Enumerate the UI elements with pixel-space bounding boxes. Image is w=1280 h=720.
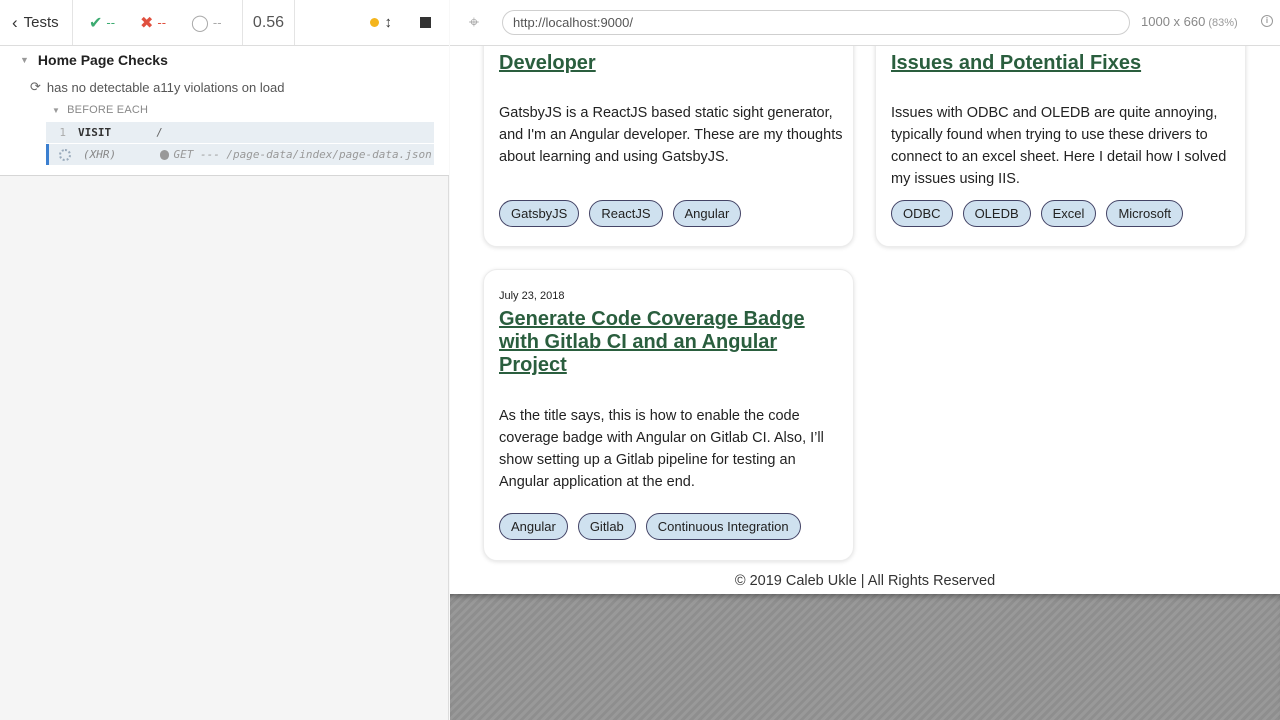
test-title-text: has no detectable a11y violations on loa… bbox=[46, 79, 285, 95]
command-xhr[interactable]: (XHR) GET --- /page-data/index/page-data… bbox=[46, 144, 434, 165]
failed-stat: ✖ -- bbox=[140, 13, 191, 33]
tag[interactable]: ReactJS bbox=[589, 200, 663, 227]
chevron-left-icon: ‹ bbox=[12, 12, 18, 32]
post-card: July 23, 2018 Generate Code Coverage Bad… bbox=[483, 269, 854, 561]
run-controls: ↕ bbox=[295, 0, 449, 45]
passed-count: -- bbox=[106, 15, 116, 30]
viewport-size: 1000 x 660 bbox=[1141, 14, 1206, 29]
post-card: Developer GatsbyJS is a ReactJS based st… bbox=[483, 46, 854, 247]
command-visit[interactable]: 1 VISIT / bbox=[46, 122, 434, 143]
url-field[interactable]: http://localhost:9000/ bbox=[502, 10, 1130, 35]
check-icon: ✔ bbox=[89, 14, 103, 32]
auto-scroll-toggle-icon[interactable]: ↕ bbox=[385, 14, 393, 31]
post-title-link[interactable]: Issues and Potential Fixes bbox=[891, 52, 1231, 75]
tag[interactable]: Excel bbox=[1040, 200, 1097, 227]
post-tags: ODBC OLEDB Excel Microsoft bbox=[891, 200, 1184, 227]
app-under-test: ⌖ http://localhost:9000/ 1000 x 660 (83%)… bbox=[450, 0, 1280, 720]
command-message: / bbox=[156, 126, 163, 139]
viewport-zoom: (83%) bbox=[1208, 17, 1238, 29]
failed-count: -- bbox=[157, 15, 167, 30]
cypress-runner: ‹ Tests ✔ -- ✖ -- ◯ -- 0.56 ↕ ▼ Home Pag… bbox=[0, 0, 1280, 720]
tag[interactable]: Angular bbox=[499, 513, 568, 540]
test-stats: ✔ -- ✖ -- ◯ -- bbox=[73, 0, 243, 45]
info-icon[interactable]: i bbox=[1261, 15, 1273, 27]
post-tags: Angular Gitlab Continuous Integration bbox=[499, 513, 801, 540]
tag[interactable]: GatsbyJS bbox=[499, 200, 580, 227]
post-title-link[interactable]: Developer bbox=[499, 52, 839, 75]
runnables: ▼ Home Page Checks ⟳ has no detectable a… bbox=[0, 46, 449, 176]
command-number: 1 bbox=[59, 126, 66, 139]
passed-stat: ✔ -- bbox=[89, 13, 140, 33]
test-title[interactable]: ⟳ has no detectable a11y violations on l… bbox=[30, 79, 284, 95]
pending-count: -- bbox=[212, 15, 222, 30]
hook-before-each[interactable]: ▼ BEFORE EACH bbox=[52, 104, 148, 116]
pending-dot-icon bbox=[159, 149, 170, 160]
url-text: http://localhost:9000/ bbox=[513, 15, 633, 30]
aut-header: ⌖ http://localhost:9000/ 1000 x 660 (83%)… bbox=[450, 0, 1280, 46]
caret-down-icon: ▼ bbox=[20, 55, 29, 65]
refresh-icon: ⟳ bbox=[30, 79, 41, 94]
site-footer: © 2019 Caleb Ukle | All Rights Reserved bbox=[734, 573, 996, 589]
suite-title-text: Home Page Checks bbox=[37, 52, 168, 68]
loading-spinner-icon bbox=[59, 148, 71, 161]
command-name: (XHR) bbox=[82, 148, 117, 161]
tag[interactable]: Angular bbox=[672, 200, 742, 227]
tag[interactable]: Continuous Integration bbox=[645, 513, 801, 540]
hook-label-text: BEFORE EACH bbox=[67, 104, 149, 116]
pending-stat: ◯ -- bbox=[191, 13, 242, 33]
tag[interactable]: Microsoft bbox=[1106, 200, 1184, 227]
tag[interactable]: Gitlab bbox=[577, 513, 636, 540]
command-name: VISIT bbox=[78, 126, 112, 139]
reporter-panel: ‹ Tests ✔ -- ✖ -- ◯ -- 0.56 ↕ ▼ Home Pag… bbox=[0, 0, 449, 720]
command-message: GET --- /page-data/index/page-data.json bbox=[173, 148, 432, 161]
caret-down-icon: ▼ bbox=[52, 105, 61, 115]
duration: 0.56 bbox=[243, 0, 295, 45]
post-title-link[interactable]: Generate Code Coverage Badge with Gitlab… bbox=[499, 308, 839, 377]
circle-icon: ◯ bbox=[191, 14, 209, 32]
tag[interactable]: ODBC bbox=[891, 200, 953, 227]
suite-title[interactable]: ▼ Home Page Checks bbox=[20, 52, 168, 68]
stop-icon[interactable] bbox=[420, 17, 431, 28]
post-excerpt: Issues with ODBC and OLEDB are quite ann… bbox=[891, 105, 1227, 187]
tag[interactable]: OLEDB bbox=[962, 200, 1031, 227]
post-tags: GatsbyJS ReactJS Angular bbox=[499, 200, 742, 227]
aut-iframe: Developer GatsbyJS is a ReactJS based st… bbox=[450, 46, 1280, 594]
post-excerpt: GatsbyJS is a ReactJS based static sight… bbox=[499, 105, 843, 165]
running-indicator-icon bbox=[369, 18, 379, 27]
reporter-header: ‹ Tests ✔ -- ✖ -- ◯ -- 0.56 ↕ bbox=[0, 0, 449, 46]
tests-label: Tests bbox=[23, 14, 59, 31]
selector-playground-icon[interactable]: ⌖ bbox=[465, 13, 483, 31]
empty-viewport-area bbox=[450, 594, 1280, 720]
post-date: July 23, 2018 bbox=[499, 290, 565, 302]
tests-back-button[interactable]: ‹ Tests bbox=[0, 0, 73, 45]
viewport-info: 1000 x 660 (83%) bbox=[1141, 14, 1238, 29]
post-excerpt: As the title says, this is how to enable… bbox=[499, 408, 824, 490]
post-card: Issues and Potential Fixes Issues with O… bbox=[875, 46, 1246, 247]
x-icon: ✖ bbox=[140, 14, 154, 32]
